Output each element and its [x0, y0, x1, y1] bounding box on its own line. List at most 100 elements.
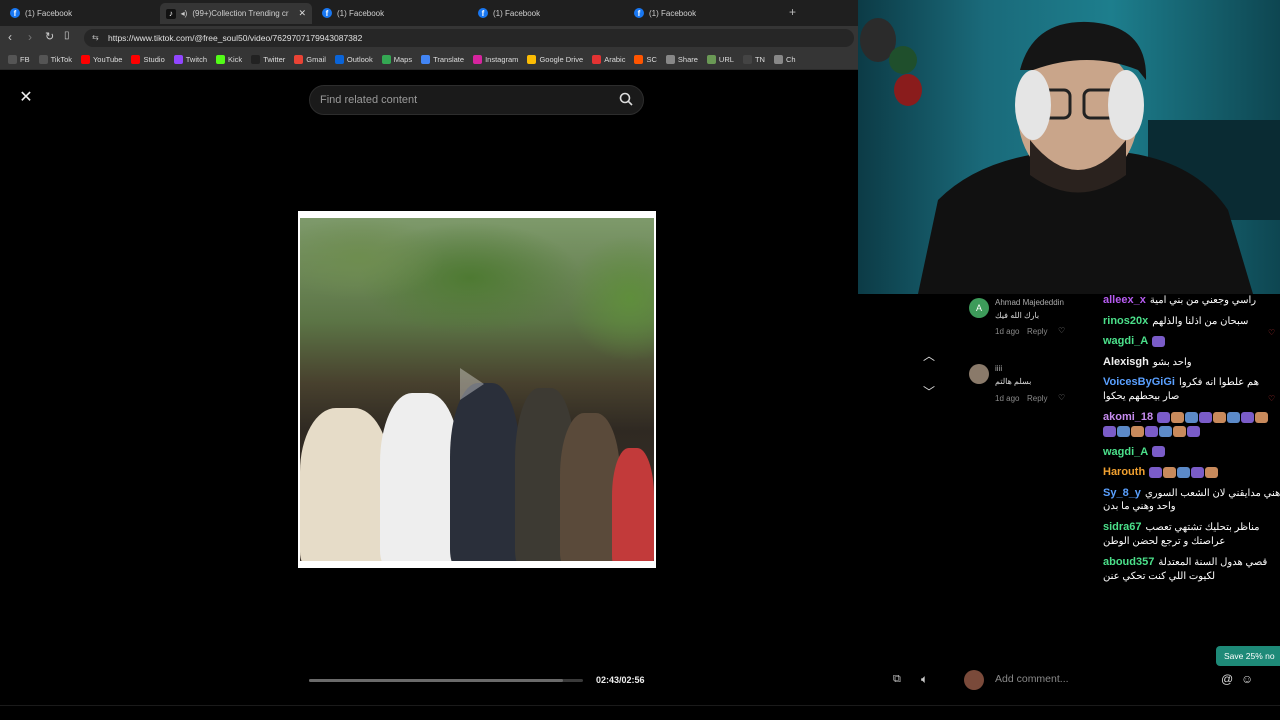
- find-related-search[interactable]: Find related content: [309, 85, 644, 115]
- bookmark-icon: [742, 55, 752, 64]
- url-field[interactable]: ⇆ https://www.tiktok.com/@free_soul50/vi…: [84, 29, 854, 47]
- bookmark-label: YouTube: [92, 55, 123, 64]
- bookmark-icon: [80, 55, 90, 64]
- bookmark-label: Share: [677, 55, 698, 64]
- play-icon[interactable]: [460, 368, 484, 400]
- bookmark-item[interactable]: Maps: [381, 55, 412, 64]
- video-progress-bar[interactable]: [309, 679, 583, 682]
- bookmark-icon: [251, 55, 261, 64]
- back-icon[interactable]: ‹: [8, 30, 12, 44]
- tab-tiktok-active[interactable]: ♪ ◂) (99+)Collection Trending cre ✕: [160, 3, 312, 24]
- search-icon[interactable]: [619, 92, 633, 106]
- chat-text: مناظر بتحليك تشتهي تعصب: [1145, 522, 1260, 534]
- bookmark-item[interactable]: Gmail: [294, 55, 326, 64]
- chat-text: هم علطوا انه فكروا: [1178, 377, 1259, 389]
- comment-text: بارك الله فيك: [995, 311, 1040, 320]
- speaker-icon: ◂): [180, 9, 188, 18]
- bookmark-label: TikTok: [50, 55, 72, 64]
- facebook-icon: f: [478, 8, 488, 18]
- emoji-icon[interactable]: ☺: [1241, 672, 1253, 686]
- bookmark-item[interactable]: TN: [742, 55, 765, 64]
- bookmark-icon: [527, 55, 537, 64]
- bookmark-label: TN: [754, 55, 765, 64]
- add-comment-input[interactable]: Add comment...: [995, 673, 1069, 685]
- bookmark-item[interactable]: FB: [8, 55, 30, 64]
- chat-message: sidra67 مناظر بتحليك تشتهي تعصب: [1103, 521, 1260, 533]
- chat-emote-icon: [1191, 466, 1205, 478]
- bookmark-item[interactable]: SC: [634, 55, 657, 64]
- comment-author[interactable]: Ahmad Majededdin: [995, 298, 1064, 307]
- comment-avatar[interactable]: A: [969, 298, 989, 318]
- heart-icon[interactable]: ♡: [1058, 393, 1065, 402]
- bookmark-label: Arabic: [604, 55, 626, 64]
- facebook-icon: f: [322, 8, 332, 18]
- bookmark-item[interactable]: TikTok: [38, 55, 72, 64]
- chat-text-continued: [1103, 425, 1201, 437]
- bookmark-item[interactable]: Arabic: [592, 55, 625, 64]
- chat-username[interactable]: Harouth: [1103, 466, 1145, 478]
- comment-reply-link[interactable]: Reply: [1027, 394, 1047, 403]
- streamer-webcam: [858, 0, 1280, 294]
- pip-icon[interactable]: ⧉: [893, 673, 901, 686]
- avatar[interactable]: [964, 670, 984, 690]
- site-info-icon[interactable]: ⇆: [92, 29, 99, 47]
- chat-message: rinos20x سبحان من اذلنا والذلهم: [1103, 315, 1248, 327]
- tab-facebook-4[interactable]: f (1) Facebook: [634, 4, 696, 22]
- reload-icon[interactable]: ↻: [45, 30, 54, 43]
- bookmark-item[interactable]: Google Drive: [527, 55, 583, 64]
- video-player[interactable]: [298, 211, 656, 568]
- bookmark-label: Twitch: [185, 55, 208, 64]
- comment-reply-link[interactable]: Reply: [1027, 327, 1047, 336]
- save-promo-badge[interactable]: Save 25% no: [1216, 646, 1280, 666]
- chevron-up-icon[interactable]: ︿: [920, 347, 938, 365]
- heart-icon[interactable]: ♡: [1058, 326, 1065, 335]
- chat-username[interactable]: akomi_18: [1103, 411, 1153, 423]
- heart-icon[interactable]: ♡: [1268, 328, 1275, 337]
- bookmark-icon: [421, 55, 431, 64]
- chat-username[interactable]: aboud357: [1103, 556, 1154, 568]
- bookmark-label: Studio: [143, 55, 165, 64]
- chat-message: Harouth: [1103, 466, 1219, 478]
- bookmark-item[interactable]: Outlook: [334, 55, 373, 64]
- chat-text: واحد بشو: [1152, 356, 1192, 368]
- chat-username[interactable]: alleex_x: [1103, 294, 1146, 306]
- tab-facebook-2[interactable]: f (1) Facebook: [322, 4, 384, 22]
- video-time: 02:43/02:56: [596, 675, 645, 685]
- close-viewer-button[interactable]: ✕: [17, 89, 35, 107]
- new-tab-button[interactable]: +: [789, 5, 796, 19]
- chat-emote-icon: [1177, 466, 1191, 478]
- bookmark-item[interactable]: Ch: [773, 55, 796, 64]
- close-tab-icon[interactable]: ✕: [298, 8, 306, 19]
- bookmark-item[interactable]: Twitch: [173, 55, 208, 64]
- bookmark-item[interactable]: URL: [706, 55, 734, 64]
- heart-icon[interactable]: ♡: [1268, 394, 1275, 403]
- bookmark-item[interactable]: Share: [665, 55, 698, 64]
- bookmark-item[interactable]: YouTube: [80, 55, 123, 64]
- chevron-down-icon[interactable]: ﹀: [920, 383, 938, 401]
- mention-icon[interactable]: @: [1221, 672, 1233, 686]
- chat-username[interactable]: Sy_8_y: [1103, 487, 1141, 499]
- bookmark-item[interactable]: Kick: [216, 55, 242, 64]
- bookmark-label: FB: [20, 55, 30, 64]
- chat-username[interactable]: rinos20x: [1103, 315, 1148, 327]
- volume-icon[interactable]: 🔈︎: [921, 672, 928, 687]
- chat-emote-icon: [1173, 425, 1186, 437]
- comment-avatar[interactable]: [969, 364, 989, 384]
- tab-facebook-3[interactable]: f (1) Facebook: [478, 4, 540, 22]
- chat-username[interactable]: Alexisgh: [1103, 356, 1149, 368]
- bookmark-item[interactable]: Twitter: [251, 55, 285, 64]
- bookmark-item[interactable]: Translate: [421, 55, 464, 64]
- bookmark-item[interactable]: Studio: [131, 55, 165, 64]
- forward-icon[interactable]: ›: [28, 30, 32, 44]
- chat-username[interactable]: sidra67: [1103, 521, 1142, 533]
- bookmark-item[interactable]: Instagram: [473, 55, 518, 64]
- chat-emote-icon: [1103, 425, 1116, 437]
- bookmark-icon: [381, 55, 391, 64]
- bookmark-icon[interactable]: ▯: [64, 30, 70, 41]
- chat-username[interactable]: wagdi_A: [1103, 335, 1148, 347]
- tab-facebook-1[interactable]: f (1) Facebook: [10, 4, 72, 22]
- comment-author[interactable]: iiii: [995, 364, 1002, 373]
- chat-username[interactable]: VoicesByGiGi: [1103, 376, 1175, 388]
- chat-username[interactable]: wagdi_A: [1103, 446, 1148, 458]
- chat-emote-icon: [1117, 425, 1130, 437]
